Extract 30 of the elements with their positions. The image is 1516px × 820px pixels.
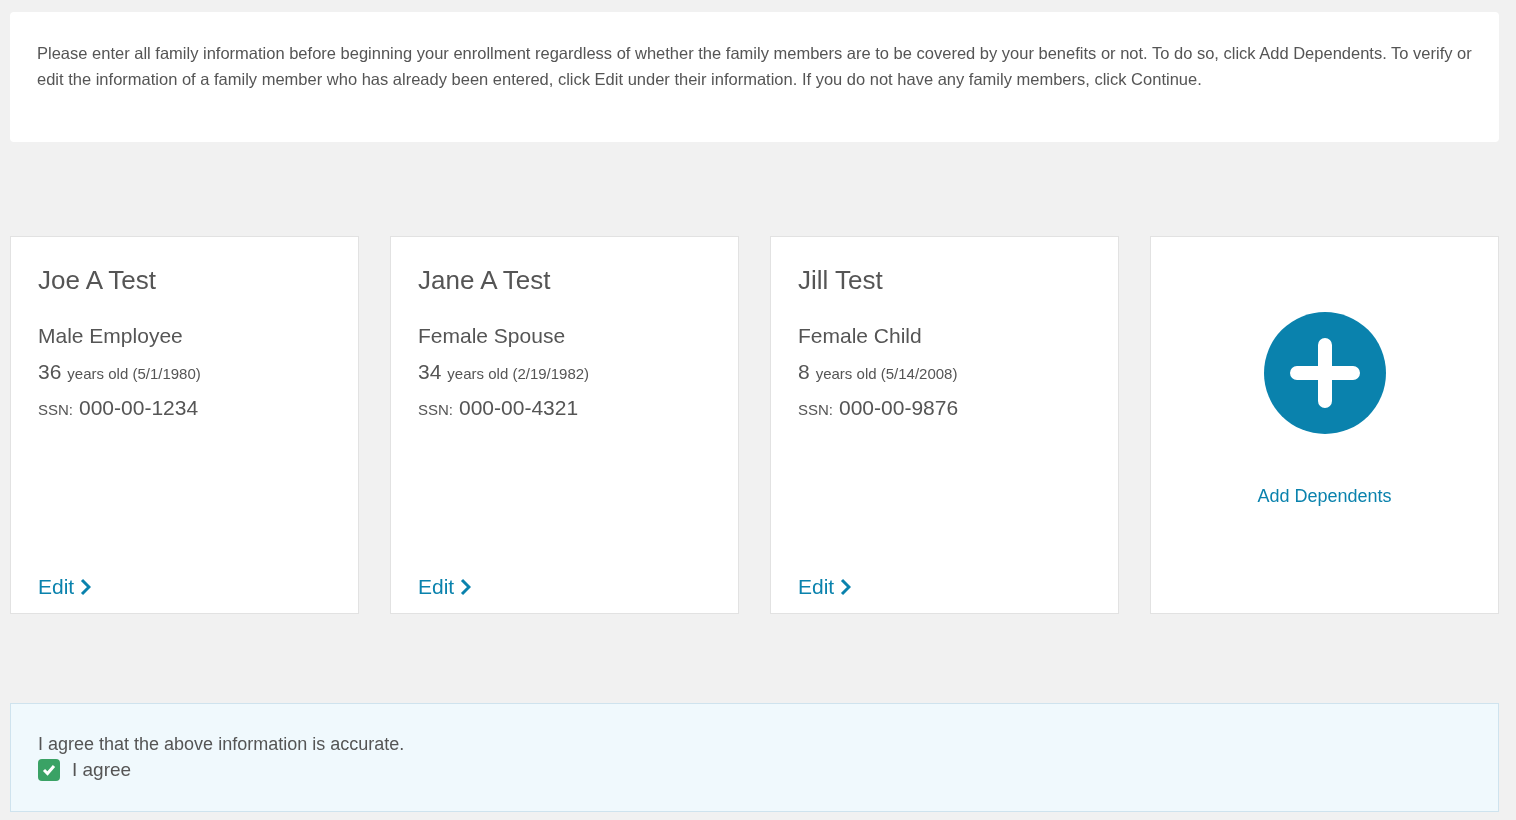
edit-link[interactable]: Edit (38, 575, 92, 599)
ssn-value: 000-00-9876 (839, 396, 959, 420)
edit-link[interactable]: Edit (418, 575, 472, 599)
plus-circle-icon (1263, 311, 1386, 434)
relationship-text: Male Employee (38, 324, 184, 348)
edit-link[interactable]: Edit (798, 575, 852, 599)
chevron-right-icon (460, 578, 472, 596)
chevron-right-icon (840, 578, 852, 596)
add-dependents-link[interactable]: Add Dependents (1257, 485, 1392, 507)
agreement-statement: I agree that the above information is accurate. (38, 734, 406, 755)
ssn-value: 000-00-1234 (79, 396, 199, 420)
instructions-text: Please enter all family information before beginning your enrollment regardless of whether the family members are to be covered by your benefits or not. To do so, click Add Dependents. To verify or edit the information of a family member who has already been entered, click Edit under their information. If you do not have any family members, click Continue. (37, 43, 1472, 90)
ssn-label: SSN: (38, 401, 73, 418)
age-value: 34 (418, 360, 442, 384)
person-name: Jill Test (798, 265, 884, 296)
agree-checkbox[interactable]: I agree (38, 759, 1471, 781)
birth-date-text: years old (5/14/2008) (815, 365, 958, 382)
chevron-right-icon (80, 578, 92, 596)
person-name: Joe A Test (38, 265, 158, 296)
relationship-text: Female Child (798, 324, 923, 348)
person-name: Jane A Test (418, 265, 552, 296)
age-value: 8 (798, 360, 810, 384)
ssn-label: SSN: (798, 401, 833, 418)
age-value: 36 (38, 360, 62, 384)
ssn-value: 000-00-4321 (459, 396, 579, 420)
relationship-text: Female Spouse (418, 324, 567, 348)
birth-date-text: years old (2/19/1982) (447, 365, 590, 382)
ssn-label: SSN: (418, 401, 453, 418)
birth-date-text: years old (5/1/1980) (67, 365, 201, 382)
add-button[interactable] (1263, 311, 1386, 434)
